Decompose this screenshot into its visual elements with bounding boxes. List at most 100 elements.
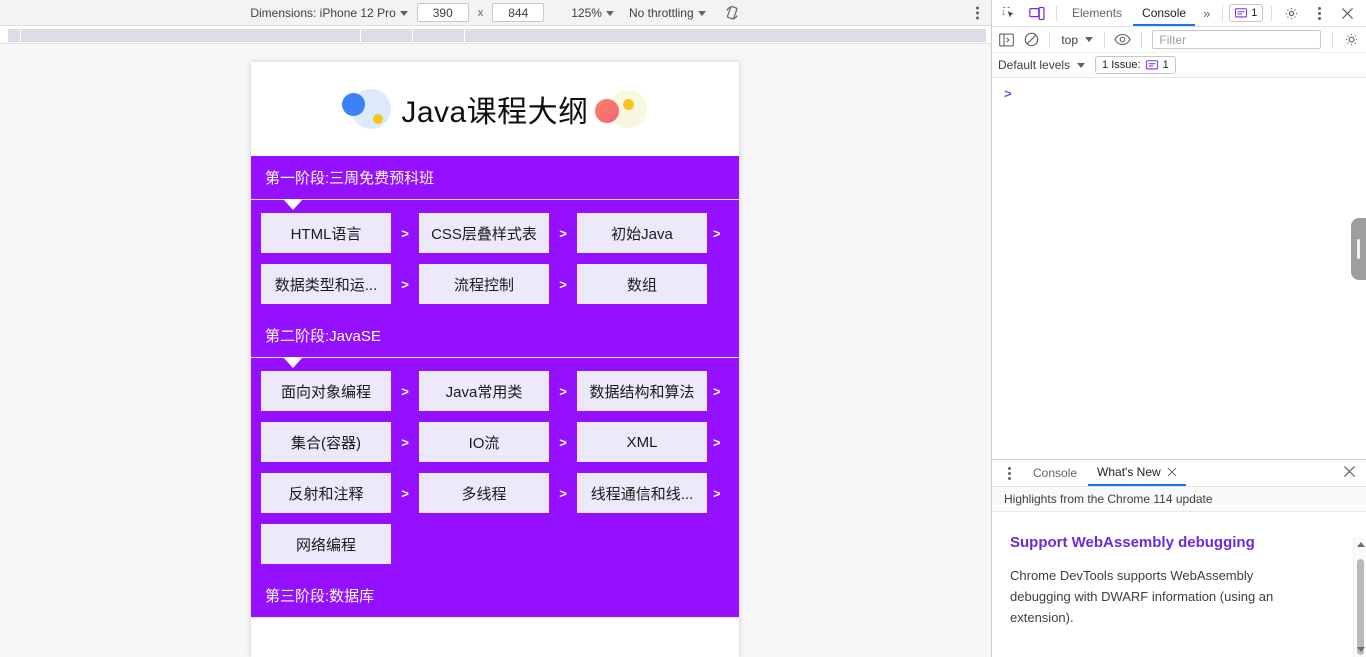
- course-chevron-icon: >: [559, 434, 567, 450]
- course-box[interactable]: 集合(容器): [261, 422, 391, 462]
- console-output-area[interactable]: >: [992, 78, 1366, 460]
- emulated-page-viewport[interactable]: Java课程大纲 第一阶段:三周免费预科班 HTML语言 > CSS层叠样式表: [251, 62, 739, 657]
- course-box[interactable]: 流程控制: [419, 264, 549, 304]
- drawer-tab-whats-new[interactable]: What's New: [1088, 460, 1186, 486]
- course-box[interactable]: 面向对象编程: [261, 371, 391, 411]
- issue-message-icon: [1235, 7, 1248, 17]
- zoom-selector[interactable]: 125%: [571, 6, 614, 20]
- tab-console[interactable]: Console: [1133, 0, 1196, 26]
- course-box[interactable]: 数组: [577, 264, 707, 304]
- course-chevron-icon: >: [713, 434, 721, 450]
- chevron-down-icon: [399, 10, 408, 16]
- course-box[interactable]: 数据类型和运...: [261, 264, 391, 304]
- grip-icon: [1357, 239, 1360, 259]
- log-levels-selector[interactable]: Default levels: [998, 58, 1086, 72]
- gear-icon: [1345, 33, 1357, 46]
- issues-counter-button[interactable]: 1: [1229, 4, 1264, 22]
- decoration-blobs-right-icon: [593, 85, 651, 133]
- live-expression-button[interactable]: [1112, 29, 1134, 51]
- devtools-more-button[interactable]: [1306, 2, 1332, 24]
- chevron-down-icon: [697, 10, 706, 16]
- scroll-up-arrow-icon[interactable]: [1357, 542, 1365, 547]
- more-tabs-button[interactable]: »: [1197, 6, 1216, 21]
- course-box[interactable]: 反射和注释: [261, 473, 391, 513]
- chevron-down-icon: [1077, 62, 1086, 68]
- issues-label: 1 Issue:: [1102, 59, 1141, 71]
- course-box[interactable]: 线程通信和线...: [577, 473, 707, 513]
- course-box[interactable]: IO流: [419, 422, 549, 462]
- devtools-settings-button[interactable]: [1278, 2, 1304, 24]
- throttling-label: No throttling: [628, 5, 694, 20]
- course-chevron-icon: >: [401, 276, 409, 292]
- course-row: 数据类型和运... > 流程控制 > 数组: [261, 264, 729, 304]
- decoration-blobs-left-icon: [339, 85, 397, 133]
- divider: [1271, 5, 1272, 21]
- scroll-down-arrow-icon[interactable]: [1357, 647, 1365, 652]
- issue-message-icon: [1145, 59, 1158, 69]
- console-filter-input[interactable]: [1152, 30, 1322, 49]
- course-box[interactable]: XML: [577, 422, 707, 462]
- stage-courses: 面向对象编程 > Java常用类 > 数据结构和算法 > 集合(容器) > IO…: [251, 371, 739, 574]
- dimensions-label: Dimensions: iPhone 12 Pro: [250, 5, 396, 20]
- viewport-height-input[interactable]: [492, 3, 545, 22]
- drawer-resize-handle[interactable]: [1351, 218, 1366, 280]
- drawer-close-button[interactable]: [1343, 465, 1362, 481]
- course-row: 网络编程: [261, 524, 729, 564]
- drawer-tabbar: Console What's New: [992, 460, 1366, 487]
- whats-new-scrollbar[interactable]: [1353, 537, 1366, 657]
- stage-section: 第二阶段:JavaSE 面向对象编程 > Java常用类 > 数据结构和算法 >: [251, 314, 739, 574]
- divider: [1104, 31, 1105, 48]
- stage-title: 第二阶段:JavaSE: [251, 314, 739, 358]
- stage-courses: HTML语言 > CSS层叠样式表 > 初始Java > 数据类型和运... >…: [251, 213, 739, 314]
- stage-section: 第三阶段:数据库: [251, 574, 739, 618]
- course-box[interactable]: 初始Java: [577, 213, 707, 253]
- course-box[interactable]: 多线程: [419, 473, 549, 513]
- rotate-icon[interactable]: [723, 4, 741, 22]
- dimensions-selector[interactable]: Dimensions: iPhone 12 Pro: [250, 5, 408, 20]
- course-box[interactable]: Java常用类: [419, 371, 549, 411]
- throttling-selector[interactable]: No throttling: [629, 6, 706, 20]
- course-chevron-icon: >: [401, 383, 409, 399]
- course-row: 反射和注释 > 多线程 > 线程通信和线... >: [261, 473, 729, 513]
- kebab-menu-icon: [1317, 16, 1321, 20]
- scrollbar-thumb[interactable]: [1357, 559, 1364, 655]
- inspect-element-button[interactable]: [996, 2, 1022, 24]
- viewport-ruler[interactable]: [0, 26, 991, 44]
- device-emulation-pane: Dimensions: iPhone 12 Pro x 125% No thro…: [0, 0, 992, 657]
- clear-console-button[interactable]: [1021, 29, 1043, 51]
- console-toolbar: top: [992, 27, 1366, 53]
- close-icon[interactable]: [1167, 467, 1177, 477]
- course-box[interactable]: CSS层叠样式表: [419, 213, 549, 253]
- chevron-down-icon: [605, 10, 614, 16]
- device-toolbar: Dimensions: iPhone 12 Pro x 125% No thro…: [0, 0, 991, 26]
- divider: [1140, 31, 1142, 48]
- course-box[interactable]: 数据结构和算法: [577, 371, 707, 411]
- console-settings-button[interactable]: [1340, 29, 1362, 51]
- stage-arrow-marker: [251, 199, 739, 213]
- live-expression-icon: [1114, 33, 1131, 46]
- device-toolbar-more-button[interactable]: [976, 6, 979, 19]
- console-sidebar-button[interactable]: [996, 29, 1018, 51]
- course-box[interactable]: 网络编程: [261, 524, 391, 564]
- course-box[interactable]: HTML语言: [261, 213, 391, 253]
- device-toolbar-toggle-button[interactable]: [1024, 2, 1050, 24]
- drawer-tab-label: What's New: [1097, 465, 1161, 479]
- viewport-area: Java课程大纲 第一阶段:三周免费预科班 HTML语言 > CSS层叠样式表: [0, 44, 991, 657]
- devtools-close-button[interactable]: [1334, 2, 1360, 24]
- console-issues-button[interactable]: 1 Issue: 1: [1095, 56, 1176, 74]
- viewport-width-input[interactable]: [416, 3, 469, 22]
- page-title: Java课程大纲: [401, 96, 589, 129]
- whats-new-subtitle: Highlights from the Chrome 114 update: [992, 487, 1366, 512]
- kebab-menu-icon: [1007, 476, 1011, 480]
- devtools-panel: Elements Console » 1 top Filter Default …: [992, 0, 1366, 657]
- course-chevron-icon: >: [713, 225, 721, 241]
- issues-count: 1: [1162, 59, 1169, 71]
- tab-elements[interactable]: Elements: [1063, 0, 1131, 26]
- kebab-menu-icon: [976, 16, 979, 19]
- drawer-more-button[interactable]: [996, 462, 1022, 484]
- execution-context-selector[interactable]: top: [1057, 33, 1097, 47]
- device-toolbar-icon: [1029, 6, 1045, 20]
- drawer-tab-console[interactable]: Console: [1024, 460, 1086, 486]
- divider: [1332, 31, 1334, 48]
- execution-context-label: top: [1061, 32, 1078, 47]
